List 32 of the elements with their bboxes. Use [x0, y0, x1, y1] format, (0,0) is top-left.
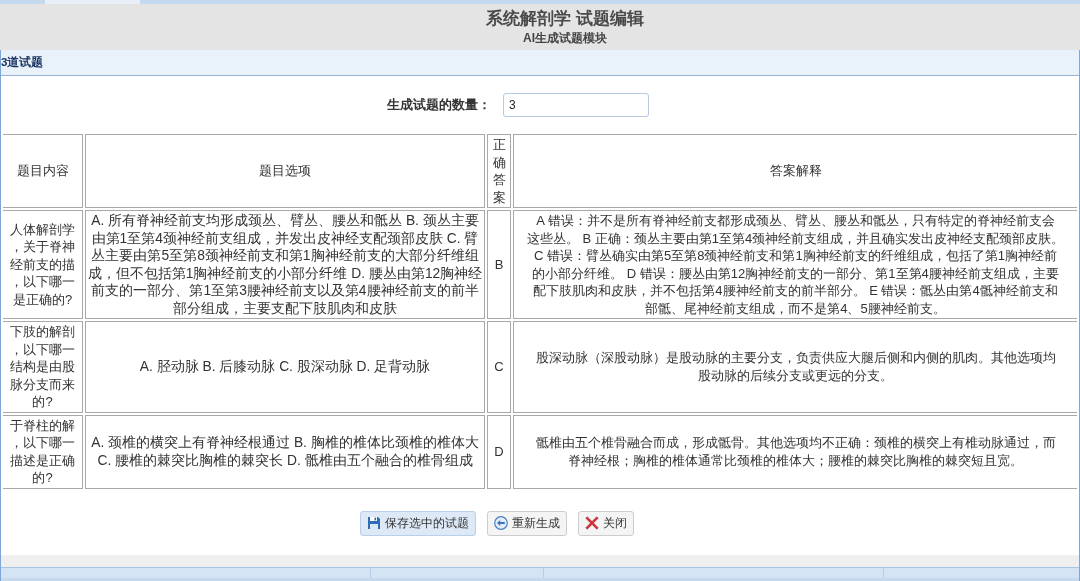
- explanation-text: 股动脉的后续分支或更远的分支。: [698, 366, 893, 385]
- explanation-text: C 错误：臂丛确实由第5至第8颈神经前支和第1胸神经前支的纤维组成，包括了第1胸神经前: [534, 247, 1057, 265]
- question-cell: 于脊柱的解，以下哪一描述是正确的?: [3, 414, 83, 489]
- page-subtitle: AI生成试题模块: [523, 30, 607, 46]
- section-title: 3道试题: [1, 54, 44, 70]
- regenerate-button[interactable]: 重新生成: [487, 510, 567, 536]
- options-cell: A. 所有脊神经前支均形成颈丛、臂丛、腰丛和骶丛 B. 颈丛主要由第1至第4颈神经前支组成，并发出皮神经支配颈部皮肤 C. 臂丛主要由第5至第8颈神经前支和第1胸神经前支的大部分纤维组成，但不包括第1胸神经前支的小部分纤维 D. 腰丛由第12胸神经前支的一部分、第1至第3腰神经前支以及第4腰神经前支的前半部分组成，主要支配下肢肌肉和皮肤: [85, 210, 485, 319]
- explanation-text: 脊神经根；胸椎的椎体通常比颈椎的椎体大；腰椎的棘突比胸椎的棘突短且宽。: [568, 451, 1023, 469]
- close-button[interactable]: 关闭: [578, 510, 634, 536]
- save-button[interactable]: 保存选中的试题: [360, 510, 476, 536]
- explanation-text: 股深动脉（深股动脉）是股动脉的主要分支，负责供应大腿后侧和内侧的肌肉。其他选项均: [535, 349, 1056, 367]
- question-cell: 下肢的解剖，以下哪一结构是由股脉分支而来的?: [3, 321, 83, 413]
- column-header: 题目内容: [3, 134, 83, 208]
- quantity-input[interactable]: 3: [503, 93, 649, 117]
- answer-cell: C: [487, 321, 511, 413]
- close-icon: [585, 516, 599, 530]
- options-cell: A. 胫动脉 B. 后膝动脉 C. 股深动脉 D. 足背动脉: [85, 321, 485, 413]
- answer-cell: B: [487, 210, 511, 319]
- explanation-text: 配下肢肌肉和皮肤，并不包括第4腰神经前支的前半部分。 E 错误：骶丛由第4骶神经前支和: [533, 282, 1058, 300]
- explanation-text: 部骶、尾神经前支组成，而不是第4、5腰神经前支。: [645, 299, 946, 317]
- explanation-text: 的小部分纤维。 D 错误：腰丛由第12胸神经前支的一部分、第1至第4腰神经前支组成，主要: [532, 264, 1059, 282]
- answer-cell: D: [487, 414, 511, 489]
- page-title: 系统解剖学 试题编辑: [486, 8, 644, 30]
- column-header: 答案解释: [513, 134, 1077, 208]
- explanation-text: 这些丛。 B 正确：颈丛主要由第1至第4颈神经前支组成，并且确实发出皮神经支配颈部皮肤。: [526, 229, 1065, 247]
- explanation-text: 骶椎由五个椎骨融合而成，形成骶骨。其他选项均不正确：颈椎的横突上有椎动脉通过，而: [535, 434, 1056, 452]
- quantity-label: 生成试题的数量：: [387, 96, 491, 115]
- column-header: 题目选项: [85, 134, 485, 208]
- column-header: 正确答案: [487, 134, 511, 208]
- options-cell: A. 颈椎的横突上有脊神经根通过 B. 胸椎的椎体比颈椎的椎体大 C. 腰椎的棘突比胸椎的棘突长 D. 骶椎由五个融合的椎骨组成: [85, 414, 485, 489]
- question-cell: 人体解剖学，关于脊神经前支的描，以下哪一是正确的?: [3, 210, 83, 319]
- explanation-text: A 错误：并不是所有脊神经前支都形成颈丛、臂丛、腰丛和骶丛，只有特定的脊神经前支会: [536, 212, 1055, 230]
